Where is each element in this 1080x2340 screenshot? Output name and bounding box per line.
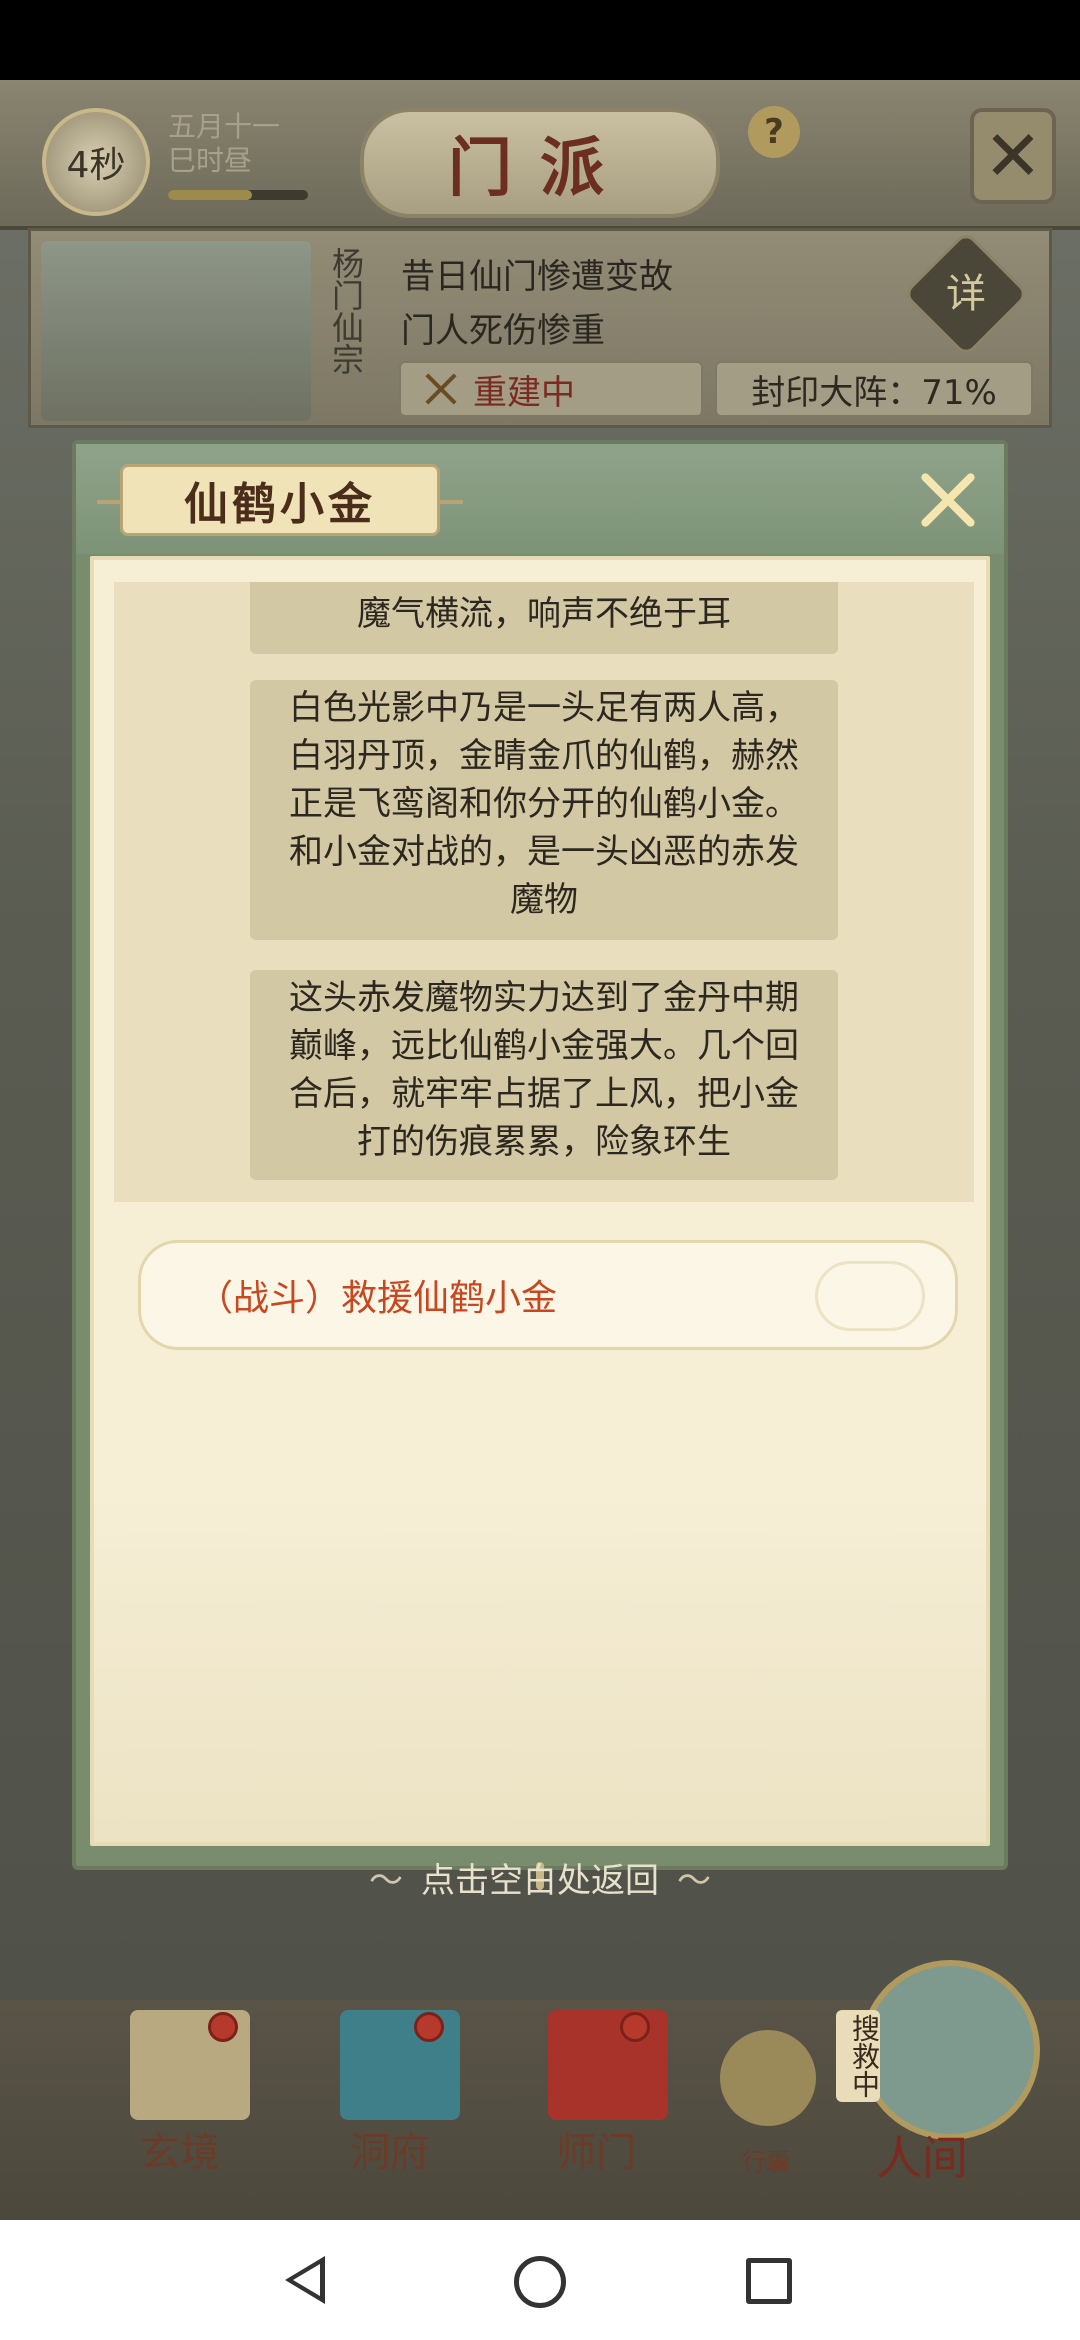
sect-name: 杨门仙宗 <box>327 247 365 375</box>
timer-badge: 4秒 <box>42 108 150 216</box>
sect-description-line1: 昔日仙门惨遭变故 <box>401 257 673 297</box>
date-day: 五月十一 <box>168 110 281 143</box>
sect-description-line2: 门人死伤惨重 <box>401 311 605 351</box>
mountain-background <box>94 1482 986 1842</box>
searching-badge: 搜救中 <box>836 2010 881 2102</box>
cloud-icon <box>815 1261 925 1331</box>
top-bar: 4秒 五月十一 巳时昼 门派 ? ✕ <box>0 80 1080 230</box>
nav-item-xuanjing[interactable]: 玄境 <box>140 2120 220 2178</box>
date-progress-fill <box>168 190 252 200</box>
help-button[interactable]: ? <box>748 106 800 158</box>
notification-dot <box>620 2012 650 2042</box>
crossed-swords-icon <box>421 369 461 409</box>
detail-label: 详 <box>946 271 986 317</box>
game-date: 五月十一 巳时昼 <box>168 110 280 178</box>
bottom-nav: 玄境 洞府 师门 行囊 人间 搜救中 <box>0 1960 1080 2220</box>
notification-dot <box>208 2012 238 2042</box>
system-nav-bar <box>0 2220 1080 2340</box>
world-icon <box>860 1960 1040 2140</box>
story-text: 魔气横流，响声不绝于耳 <box>357 594 731 634</box>
dialog-title: 仙鹤小金 <box>97 464 463 536</box>
close-icon[interactable] <box>912 464 984 536</box>
recent-apps-icon[interactable] <box>746 2258 792 2304</box>
return-hint-label: 点击空白处返回 <box>421 1861 659 1901</box>
story-scroll-area[interactable]: 魔气横流，响声不绝于耳 白色光影中乃是一头足有两人高，白羽丹顶，金睛金爪的仙鹤，… <box>114 582 974 1202</box>
nav-item-renjian[interactable]: 人间 <box>876 2122 968 2188</box>
story-paragraph: 魔气横流，响声不绝于耳 <box>250 582 838 654</box>
dialog-header: 仙鹤小金 <box>76 444 1004 554</box>
seal-status: 封印大阵：71% <box>715 361 1033 417</box>
back-icon[interactable] <box>285 2256 325 2304</box>
home-icon[interactable] <box>514 2256 566 2308</box>
choice-label: （战斗）救援仙鹤小金 <box>197 1278 558 1319</box>
rebuild-status: 重建中 <box>399 361 703 417</box>
story-paragraph: 白色光影中乃是一头足有两人高，白羽丹顶，金睛金爪的仙鹤，赫然正是飞鸾阁和你分开的… <box>250 680 838 940</box>
date-progress-bar <box>168 190 308 200</box>
story-paragraph: 这头赤发魔物实力达到了金丹中期巅峰，远比仙鹤小金强大。几个回合后，就牢牢占据了上… <box>250 970 838 1180</box>
date-time: 巳时昼 <box>168 144 253 177</box>
page-title: 门派 <box>360 108 720 218</box>
rescue-battle-button[interactable]: （战斗）救援仙鹤小金 <box>138 1240 958 1350</box>
nav-item-xingnang[interactable]: 行囊 <box>742 2142 790 2177</box>
event-dialog: 仙鹤小金 魔气横流，响声不绝于耳 白色光影中乃是一头足有两人高，白羽丹顶，金睛金… <box>72 440 1008 1870</box>
notification-dot <box>414 2012 444 2042</box>
sect-illustration <box>41 241 311 421</box>
dialog-content: 魔气横流，响声不绝于耳 白色光影中乃是一头足有两人高，白羽丹顶，金睛金爪的仙鹤，… <box>90 556 990 1846</box>
nav-item-shimen[interactable]: 师门 <box>556 2120 636 2178</box>
sect-info-panel: 杨门仙宗 昔日仙门惨遭变故 门人死伤惨重 详 重建中 封印大阵：71% <box>28 228 1052 428</box>
banner-icon <box>548 2010 668 2120</box>
close-icon[interactable]: ✕ <box>970 108 1056 204</box>
nav-item-dongfu[interactable]: 洞府 <box>350 2120 430 2178</box>
bag-icon <box>720 2030 816 2126</box>
rebuild-status-label: 重建中 <box>473 372 575 413</box>
return-hint[interactable]: 点击空白处返回 <box>0 1853 1080 1902</box>
detail-button[interactable]: 详 <box>902 230 1030 358</box>
